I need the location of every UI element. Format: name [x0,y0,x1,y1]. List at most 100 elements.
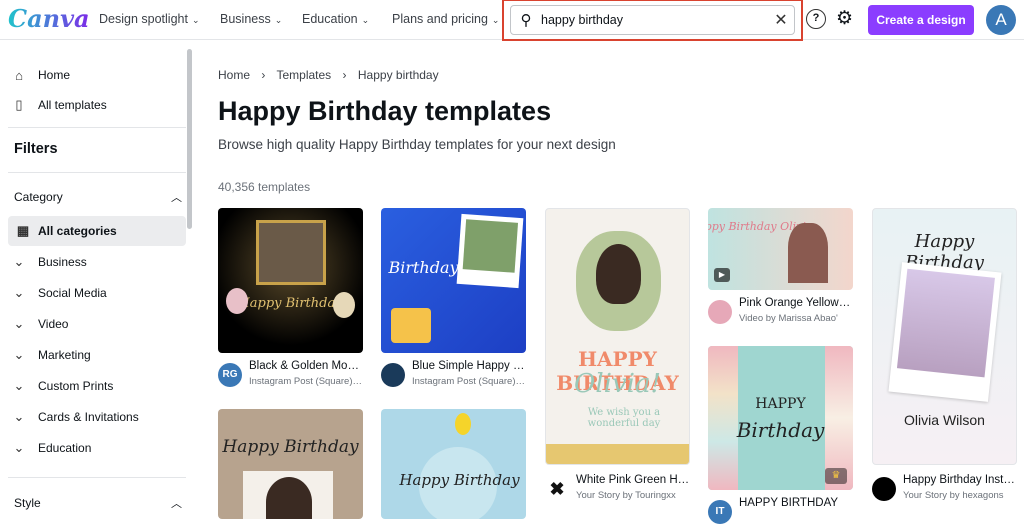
breadcrumb-separator-icon: › [261,68,266,82]
template-thumbnail[interactable]: Happy Birthday [218,409,363,519]
template-title[interactable]: White Pink Green Happy Birthday [576,474,690,486]
nav-plans-pricing[interactable]: Plans and pricing ⌄ [392,12,499,26]
category-label: Custom Prints [38,379,114,393]
template-thumbnail[interactable]: Happy Birthday [381,409,526,519]
chevron-down-icon: ⌄ [13,347,25,362]
divider [8,172,186,173]
canva-logo[interactable]: Canva [8,4,90,33]
category-label: Education [38,441,92,455]
template-caption: IT HAPPY BIRTHDAY [708,497,853,529]
template-caption: RG Black & Golden Modern Happy Birthday … [218,360,363,392]
thumbnail-text: HAPPY [755,396,806,412]
category-video[interactable]: ⌄ Video [0,309,186,339]
category-toggle[interactable]: Category ︿ [0,182,186,212]
category-label: Marketing [38,348,91,362]
divider [8,127,186,128]
template-thumbnail[interactable]: HAPPY BIRTHDAY Olivia! We wish you a won… [545,208,690,465]
top-bar: Canva Design spotlight ⌄ Business ⌄ Educat… [0,0,1024,41]
chevron-down-icon: ⌄ [274,15,283,25]
creator-avatar [708,300,732,324]
template-title[interactable]: Happy Birthday Instagram Story [903,474,1017,486]
page-title: Happy Birthday templates [218,96,552,126]
template-thumbnail[interactable]: Happy Birthday Olivia Wilson [872,208,1017,465]
sidebar-item-all-templates[interactable]: ▯ All templates [0,90,186,120]
thumbnail-text: Olivia! [574,369,661,399]
template-title[interactable]: Blue Simple Happy Birthday [412,360,526,372]
category-education[interactable]: ⌄ Education [0,433,186,463]
crown-icon: ♛ [825,468,847,484]
thumbnail-text: We wish you a wonderful day [587,407,661,429]
template-caption: Happy Birthday Instagram Story Your Stor… [872,474,1017,506]
template-subtitle: Instagram Post (Square) by ... [412,376,526,387]
template-thumbnail[interactable]: Happy Birthday Olivia ▶ [708,208,853,290]
category-marketing[interactable]: ⌄ Marketing [0,340,186,370]
filters-heading: Filters [14,141,58,157]
category-all[interactable]: ▦ All categories [8,216,186,246]
template-caption: Blue Simple Happy Birthday Instagram Pos… [381,360,526,392]
sidebar-item-home[interactable]: ⌂ Home [0,60,186,90]
nav-label: Business [220,12,271,26]
template-count: 40,356 templates [218,180,311,194]
chevron-down-icon: ⌄ [361,15,370,25]
search-box[interactable]: ⚲ ✕ [510,5,795,35]
category-custom-prints[interactable]: ⌄ Custom Prints [0,371,186,401]
sidebar-label: All templates [38,98,107,112]
template-title[interactable]: HAPPY BIRTHDAY [739,497,853,509]
creator-avatar: IT [708,500,732,524]
nav-education[interactable]: Education ⌄ [302,12,369,26]
thumbnail-text: Birthday [388,258,459,277]
category-label: Social Media [38,286,107,300]
gear-icon[interactable]: ⚙ [836,7,853,30]
template-subtitle: Video by Marissa Abao' [739,313,838,324]
template-thumbnail[interactable]: Birthday [381,208,526,353]
create-design-button[interactable]: Create a design [868,5,974,35]
sidebar-label: Home [38,68,71,82]
creator-avatar: RG [218,363,242,387]
breadcrumb-current: Happy birthday [357,68,439,82]
template-caption: ✖ White Pink Green Happy Birthday Your S… [545,474,690,506]
template-title[interactable]: Black & Golden Modern Happy Birthday [249,360,363,372]
template-subtitle: Your Story by hexagons [903,490,1004,501]
breadcrumb-separator-icon: › [342,68,347,82]
nav-design-spotlight[interactable]: Design spotlight ⌄ [99,12,200,26]
home-icon: ⌂ [15,67,23,83]
chevron-down-icon: ⌄ [491,15,500,25]
chevron-down-icon: ⌄ [13,409,25,424]
category-social-media[interactable]: ⌄ Social Media [0,278,186,308]
video-play-icon: ▶ [714,268,730,282]
divider [8,477,186,478]
breadcrumb-home[interactable]: Home [218,68,250,82]
creator-avatar: ✖ [545,477,569,501]
category-cards-invitations[interactable]: ⌄ Cards & Invitations [0,402,186,432]
clear-search-icon[interactable]: ✕ [768,10,794,30]
breadcrumb: Home › Templates › Happy birthday [218,68,439,82]
chevron-up-icon: ︿ [171,498,182,510]
style-toggle[interactable]: Style ︿ [0,488,186,518]
sidebar: ⌂ Home ▯ All templates Filters Category ︿ ▦… [0,41,192,512]
template-thumbnail[interactable]: HAPPY Birthday ♛ [708,346,853,490]
category-business[interactable]: ⌄ Business [0,247,186,277]
template-thumbnail[interactable]: Happy Birthday [218,208,363,353]
chevron-down-icon: ⌄ [13,316,25,331]
sidebar-scrollbar[interactable] [187,49,192,229]
category-label: Video [38,317,69,331]
thumbnail-text: Olivia Wilson [904,412,985,428]
template-subtitle: Instagram Post (Square) by RG [249,376,363,387]
thumbnail-text: Happy Birthday [222,437,359,457]
page-subtitle: Browse high quality Happy Birthday templ… [218,137,616,152]
chevron-up-icon: ︿ [171,192,182,204]
template-title[interactable]: Pink Orange Yellow Birthday [739,297,853,309]
search-icon: ⚲ [520,12,532,29]
breadcrumb-templates[interactable]: Templates [276,68,331,82]
nav-label: Plans and pricing [392,12,488,26]
chevron-down-icon: ⌄ [13,440,25,455]
search-input[interactable] [541,13,768,27]
help-icon[interactable]: ? [806,9,826,29]
creator-avatar [872,477,896,501]
chevron-down-icon: ⌄ [13,285,25,300]
nav-business[interactable]: Business ⌄ [220,12,282,26]
nav-label: Education [302,12,358,26]
grid-icon: ▦ [16,223,30,238]
templates-icon: ▯ [15,97,23,112]
avatar[interactable]: A [986,5,1016,35]
